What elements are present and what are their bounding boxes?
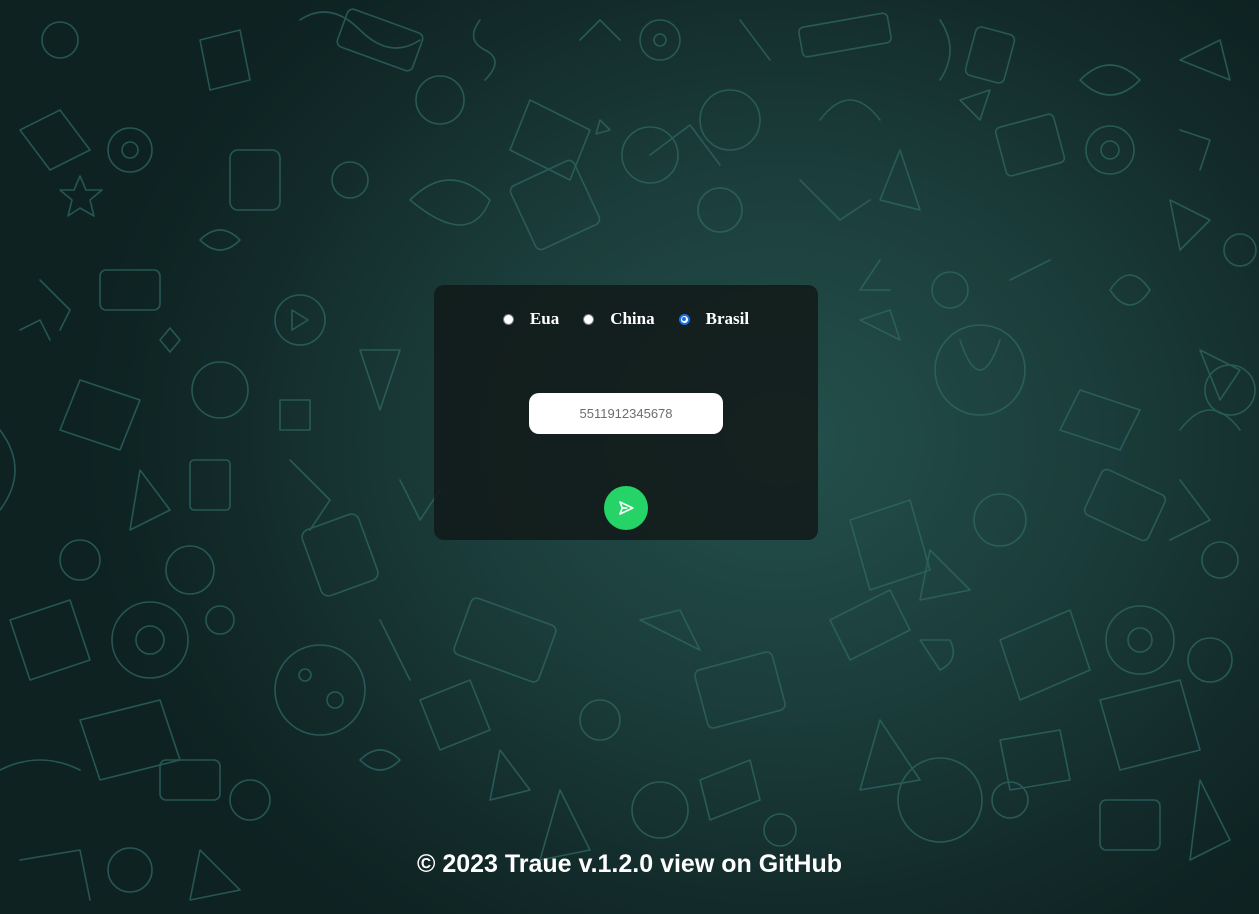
footer: © 2023 Traue v.1.2.0 view on GitHub xyxy=(0,850,1259,879)
send-icon xyxy=(619,501,634,515)
radio-option-brasil[interactable]: Brasil xyxy=(678,309,750,329)
radio-option-china[interactable]: China xyxy=(583,309,678,329)
phone-number-input[interactable] xyxy=(529,393,723,434)
radio-eua[interactable] xyxy=(502,313,514,325)
number-form-card: Eua China Brasil xyxy=(434,285,818,540)
radio-label-eua: Eua xyxy=(529,309,560,328)
github-link[interactable]: view on GitHub xyxy=(660,850,842,878)
radio-china[interactable] xyxy=(583,313,595,325)
radio-option-eua[interactable]: Eua xyxy=(502,309,583,329)
radio-label-brasil: Brasil xyxy=(705,309,750,328)
radio-label-china: China xyxy=(610,309,655,328)
country-radio-group: Eua China Brasil xyxy=(434,309,818,329)
footer-copyright: © 2023 Traue v.1.2.0 xyxy=(416,850,654,878)
radio-brasil[interactable] xyxy=(678,313,690,325)
send-button[interactable] xyxy=(604,486,648,530)
